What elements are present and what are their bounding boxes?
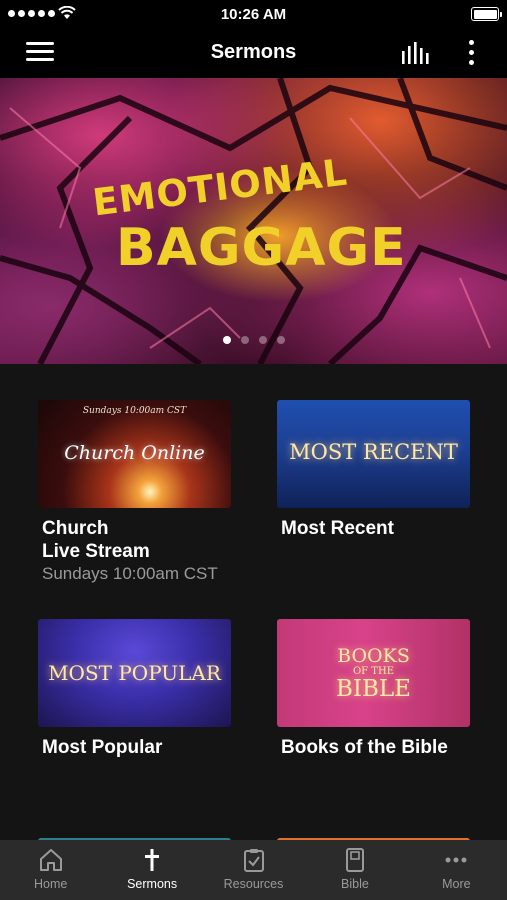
home-icon bbox=[39, 849, 62, 871]
thumb-text: Church Online bbox=[64, 442, 205, 464]
status-time: 10:26 AM bbox=[220, 6, 287, 23]
tab-label: Bible bbox=[341, 877, 369, 891]
books-of-the-bible-thumbnail: BOOKS OF THE BIBLE bbox=[277, 619, 470, 727]
status-bar: 10:26 AM bbox=[0, 0, 507, 28]
carousel-dots bbox=[0, 336, 507, 344]
most-popular-thumbnail: MOST POPULAR bbox=[38, 619, 231, 727]
carousel-dot[interactable] bbox=[276, 336, 285, 344]
card-title: Books of the Bible bbox=[281, 737, 448, 758]
bottom-tab-bar: Home Sermons Resources Bible More bbox=[0, 840, 507, 900]
card-most-popular[interactable]: MOST POPULAR Most Popular bbox=[38, 619, 231, 759]
tab-more[interactable]: More bbox=[406, 840, 507, 900]
tab-label: Home bbox=[34, 877, 68, 891]
tab-label: Resources bbox=[223, 877, 284, 891]
nav-bar: Sermons bbox=[0, 28, 507, 78]
tab-resources[interactable]: Resources bbox=[203, 840, 304, 900]
more-dots-icon bbox=[445, 857, 467, 863]
most-recent-thumbnail: MOST RECENT bbox=[277, 400, 470, 508]
tab-label: Sermons bbox=[127, 877, 178, 891]
card-subtitle: Sundays 10:00am CST bbox=[42, 564, 218, 583]
carousel-dot[interactable] bbox=[222, 336, 231, 344]
carousel-dot[interactable] bbox=[258, 336, 267, 344]
audio-bars-icon[interactable] bbox=[401, 41, 431, 65]
card-title: Church Live Stream bbox=[42, 518, 150, 562]
thumb-text: MOST RECENT bbox=[289, 440, 458, 464]
card-title: Most Recent bbox=[281, 518, 394, 539]
hamburger-menu-icon[interactable] bbox=[26, 42, 54, 64]
tab-home[interactable]: Home bbox=[0, 840, 101, 900]
church-live-stream-thumbnail: Sundays 10:00am CST Church Online bbox=[38, 400, 231, 508]
tab-label: More bbox=[442, 877, 471, 891]
tab-sermons[interactable]: Sermons bbox=[101, 840, 202, 900]
card-most-recent[interactable]: MOST RECENT Most Recent bbox=[277, 400, 470, 540]
card-title: Most Popular bbox=[42, 737, 163, 758]
book-icon bbox=[345, 848, 364, 872]
more-vertical-icon[interactable] bbox=[467, 40, 475, 66]
thumb-line-1: BOOKS bbox=[337, 645, 410, 667]
thumb-line-3: BIBLE bbox=[336, 676, 411, 702]
carousel-dot[interactable] bbox=[240, 336, 249, 344]
sermon-category-grid: Sundays 10:00am CST Church Online Church… bbox=[0, 364, 507, 840]
thumb-text: MOST POPULAR bbox=[48, 661, 221, 685]
thumb-small-text: Sundays 10:00am CST bbox=[82, 406, 187, 416]
cross-icon bbox=[145, 849, 160, 871]
clipboard-check-icon bbox=[243, 849, 264, 872]
card-church-live-stream[interactable]: Sundays 10:00am CST Church Online Church… bbox=[38, 400, 231, 584]
battery-icon bbox=[471, 7, 502, 21]
tab-bible[interactable]: Bible bbox=[304, 840, 405, 900]
hero-title-baggage: BAGGAGE bbox=[116, 218, 407, 278]
hero-banner[interactable]: EMOTIONAL BAGGAGE bbox=[0, 78, 507, 364]
card-books-of-the-bible[interactable]: BOOKS OF THE BIBLE Books of the Bible bbox=[277, 619, 470, 759]
